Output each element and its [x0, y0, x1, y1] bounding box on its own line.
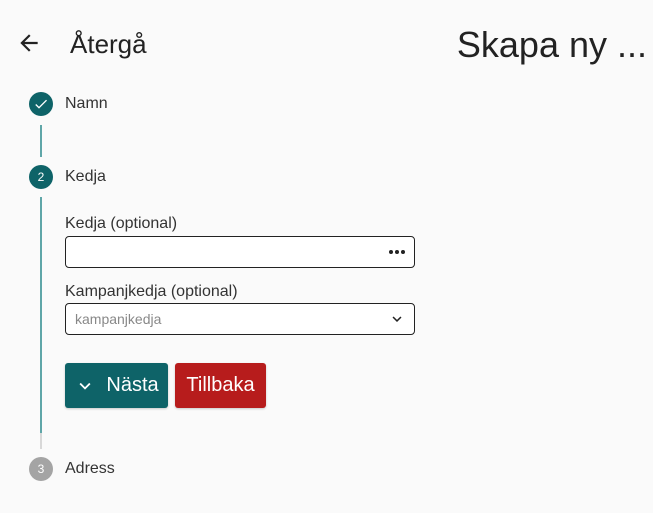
back-button-label: Tillbaka — [186, 374, 255, 396]
step-1-label[interactable]: Namn — [65, 94, 108, 114]
back-label[interactable]: Återgå — [70, 28, 147, 60]
chain-field[interactable] — [65, 236, 415, 268]
more-horizontal-icon — [389, 250, 405, 254]
step-2-label[interactable]: Kedja — [65, 167, 106, 187]
page-title: Skapa ny ... — [456, 24, 647, 65]
chain-input[interactable] — [75, 237, 375, 267]
step-connector — [40, 125, 42, 157]
arrow-left-icon — [20, 34, 38, 52]
chevron-down-icon — [392, 316, 402, 322]
step-3-label[interactable]: Adress — [65, 459, 115, 479]
step-connector — [40, 433, 42, 449]
back-arrow-button[interactable] — [14, 28, 44, 58]
more-options-button[interactable] — [388, 249, 406, 255]
check-icon — [35, 99, 47, 109]
step-3-indicator: 3 — [29, 457, 53, 481]
step-1-done-indicator — [29, 92, 53, 116]
step-2-content-line — [40, 197, 42, 433]
back-button[interactable]: Tillbaka — [175, 363, 266, 408]
dropdown-toggle[interactable] — [388, 310, 406, 328]
campaign-field-label: Kampanjkedja (optional) — [65, 283, 238, 300]
chevron-down-icon — [79, 382, 91, 390]
create-wizard-page: Återgå Skapa ny ... Namn 2 Kedja Kedja (… — [0, 0, 653, 513]
campaign-select[interactable] — [65, 303, 415, 335]
next-button-label: Nästa — [106, 374, 159, 396]
campaign-input[interactable] — [75, 304, 375, 334]
step-2-indicator: 2 — [29, 165, 53, 189]
chain-field-label: Kedja (optional) — [65, 215, 178, 232]
next-button[interactable]: Nästa — [65, 363, 168, 408]
